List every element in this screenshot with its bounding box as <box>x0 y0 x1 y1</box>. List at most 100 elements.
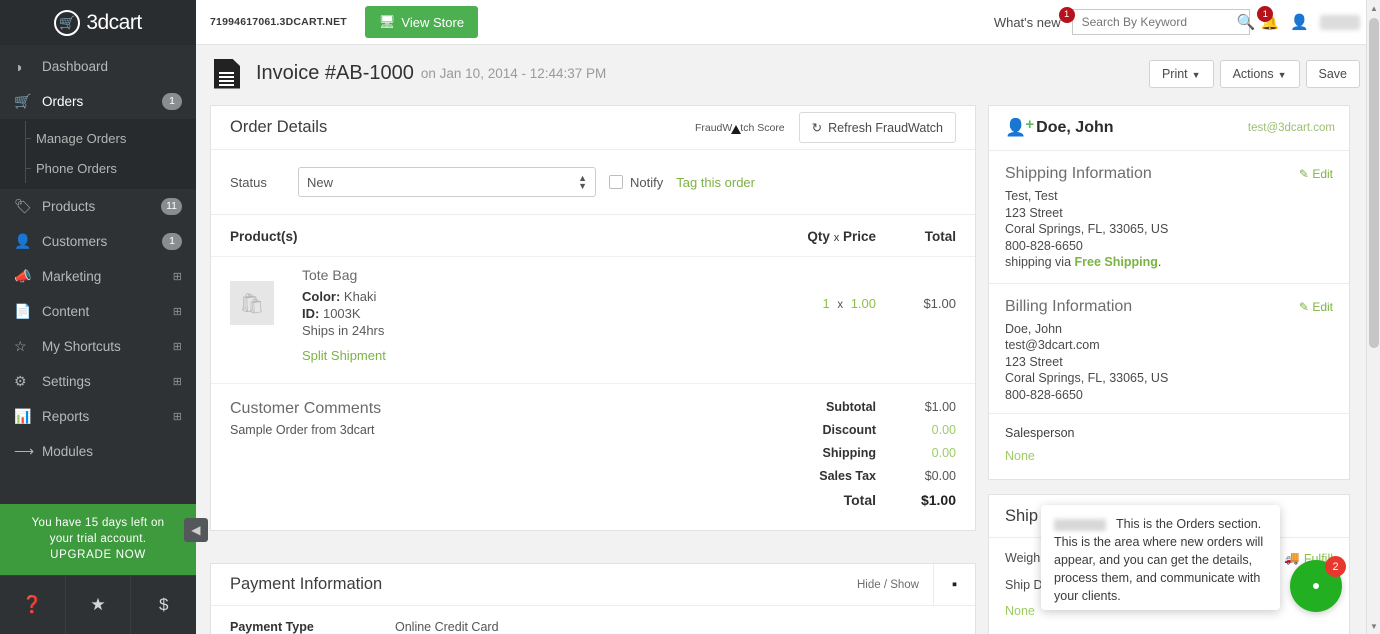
scroll-up-icon[interactable]: ▲ <box>1367 0 1380 16</box>
search-box[interactable]: 🔍 <box>1071 9 1255 35</box>
ship-date-label: Ship D <box>1005 578 1043 592</box>
sidebar-subnav-orders: Manage Orders Phone Orders <box>0 119 196 189</box>
total-row-subtotal: Subtotal $1.00 <box>626 400 956 414</box>
sidebar-badge-orders: 1 <box>162 93 182 110</box>
sales-tax-value: $0.00 <box>924 469 956 483</box>
sidebar-item-label: Reports <box>42 409 90 424</box>
dollar-icon[interactable]: $ <box>131 576 196 634</box>
split-shipment-row: Split Shipment <box>211 347 975 384</box>
shipping-label: Shipping <box>822 446 876 460</box>
pencil-icon: ✎ <box>1298 299 1309 314</box>
sidebar-item-modules[interactable]: ⟶ Modules <box>0 434 196 469</box>
app-root: 🛒 3dcart ◑ Dashboard 🛒 Orders 1 Manage O… <box>0 0 1380 634</box>
customer-email-link[interactable]: test@3dcart.com <box>1248 122 1335 134</box>
shipping-via-suffix: . <box>1157 255 1162 269</box>
expand-icon[interactable]: ⊞ <box>173 375 182 388</box>
expand-icon[interactable]: ⊞ <box>173 305 182 318</box>
shipping-via-prefix: shipping via <box>1005 255 1075 269</box>
shipping-address-lines: Test, Test 123 Street Coral Springs, FL,… <box>1005 188 1333 271</box>
collapse-toggle-icon[interactable]: ▪ <box>933 564 975 605</box>
notifications-button[interactable]: 🔔 1 <box>1257 6 1279 31</box>
warning-triangle-icon <box>731 125 742 134</box>
sidebar-item-content[interactable]: 📄 Content ⊞ <box>0 294 196 329</box>
topbar-right: What's new 1 🔍 🔔 1 👤 <box>994 6 1380 35</box>
salesperson-value[interactable]: None <box>1005 449 1333 463</box>
hide-show-link[interactable]: Hide / Show <box>857 579 919 591</box>
expand-icon[interactable]: ⊞ <box>173 410 182 423</box>
monitor-icon: 🖥 <box>378 14 396 29</box>
customer-panel: 👤 + Doe, John test@3dcart.com Shipping In… <box>988 105 1350 480</box>
sidebar-item-customers[interactable]: 👤 Customers 1 <box>0 224 196 259</box>
status-select[interactable]: New <box>298 167 596 197</box>
speedometer-icon: ◑ <box>14 58 23 75</box>
star-icon[interactable]: ★ <box>66 576 132 634</box>
split-shipment-link[interactable]: Split Shipment <box>302 348 386 363</box>
upgrade-now-link[interactable]: UPGRADE NOW <box>16 547 180 563</box>
multiply-symbol: x <box>837 298 844 311</box>
products-table-header: Product(s) Qty x Price Total <box>211 215 975 257</box>
expand-icon[interactable]: ⊞ <box>173 270 182 283</box>
sidebar-item-label: My Shortcuts <box>42 339 121 354</box>
page-scrollbar[interactable]: ▲ ▼ <box>1366 0 1380 634</box>
help-icon[interactable]: ❓ <box>0 576 66 634</box>
brand-logo[interactable]: 🛒 3dcart <box>0 0 196 45</box>
sidebar-item-my-shortcuts[interactable]: ☆ My Shortcuts ⊞ <box>0 329 196 364</box>
edit-billing-link[interactable]: ✎ Edit <box>1299 300 1333 314</box>
save-button[interactable]: Save <box>1305 59 1360 88</box>
edit-label: Edit <box>1312 167 1333 181</box>
megaphone-icon: 📣 <box>14 268 32 284</box>
sidebar-item-products[interactable]: 🏷 Products 11 <box>0 189 196 224</box>
chat-icon <box>1313 583 1319 589</box>
column-x: x <box>833 232 840 244</box>
sidebar-item-settings[interactable]: ⚙ Settings ⊞ <box>0 364 196 399</box>
product-total: $1.00 <box>923 295 956 311</box>
shipping-panel-title: Ship <box>1005 506 1039 525</box>
sidebar-item-marketing[interactable]: 📣 Marketing ⊞ <box>0 259 196 294</box>
sidebar-badge-products: 11 <box>161 198 182 215</box>
sidebar-item-dashboard[interactable]: ◑ Dashboard <box>0 49 196 84</box>
shipping-information-title: Shipping Information <box>1005 165 1152 182</box>
sidebar-item-label: Settings <box>42 374 91 389</box>
invoice-document-icon <box>214 58 240 89</box>
expand-icon[interactable]: ⊞ <box>173 340 182 353</box>
sidebar: 🛒 3dcart ◑ Dashboard 🛒 Orders 1 Manage O… <box>0 0 208 634</box>
billing-information-block: Billing Information ✎ Edit Doe, John tes… <box>989 282 1349 414</box>
refresh-fraudwatch-button[interactable]: ↻ Refresh FraudWatch <box>798 112 956 143</box>
order-status-row: Status New ▲ ▼ Notify Tag this order <box>211 150 975 215</box>
billing-line: Doe, John <box>1005 321 1062 336</box>
search-icon[interactable]: 🔍 <box>1237 13 1256 31</box>
edit-shipping-link[interactable]: ✎ Edit <box>1299 167 1333 181</box>
status-select-wrapper[interactable]: New ▲ ▼ <box>298 167 596 197</box>
notify-checkbox[interactable] <box>609 175 623 189</box>
shipping-line: Coral Springs, FL, 33065, US <box>1005 222 1169 236</box>
sidebar-collapse-icon[interactable]: ◀ <box>184 518 208 542</box>
scroll-down-icon[interactable]: ▼ <box>1367 618 1380 634</box>
account-icon[interactable]: 👤 <box>1290 13 1309 31</box>
shipping-line: 800-828-6650 <box>1005 238 1083 253</box>
search-input[interactable] <box>1081 15 1237 29</box>
add-user-icon: 👤 + <box>1005 116 1035 137</box>
sidebar-item-orders[interactable]: 🛒 Orders 1 <box>0 84 196 119</box>
view-store-button[interactable]: 🖥 View Store <box>364 6 479 38</box>
whats-new-link[interactable]: What's new 1 <box>994 6 1075 30</box>
billing-line: test@3dcart.com <box>1005 338 1100 352</box>
sidebar-item-phone-orders[interactable]: Phone Orders <box>0 153 196 183</box>
scrollbar-thumb[interactable] <box>1369 18 1379 348</box>
tag-this-order-link[interactable]: Tag this order <box>676 175 755 190</box>
column-qty: Qty <box>807 229 830 244</box>
print-button[interactable]: Print ▼ <box>1148 59 1214 88</box>
sidebar-item-reports[interactable]: 📊 Reports ⊞ <box>0 399 196 434</box>
ship-date-value: None <box>1005 604 1035 618</box>
notify-label: Notify <box>630 174 664 190</box>
star-icon: ☆ <box>14 338 27 354</box>
trial-banner[interactable]: You have 15 days left on your trial acco… <box>0 504 208 575</box>
product-name: Tote Bag <box>302 267 358 283</box>
sidebar-item-manage-orders[interactable]: Manage Orders <box>0 123 196 153</box>
actions-button[interactable]: Actions ▼ <box>1219 59 1300 88</box>
product-ships-note: Ships in 24hrs <box>302 323 385 338</box>
total-row-sales-tax: Sales Tax $0.00 <box>626 469 956 483</box>
store-url-label: 71994617061.3DCART.NET <box>210 16 347 28</box>
chat-widget-button[interactable]: 2 <box>1290 556 1346 612</box>
user-icon: 👤 <box>14 233 32 249</box>
total-row-grand: Total $1.00 <box>626 492 956 508</box>
